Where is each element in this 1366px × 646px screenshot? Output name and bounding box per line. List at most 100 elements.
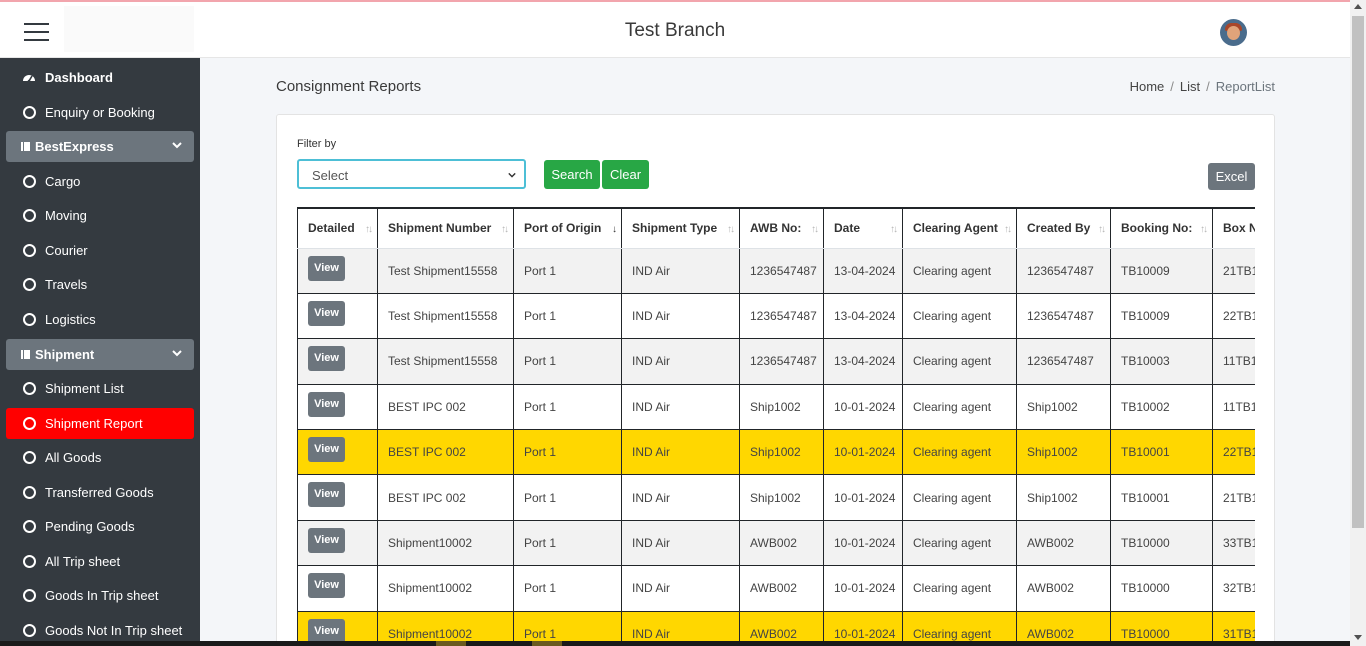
sidebar-item-all-goods[interactable]: All Goods — [6, 442, 194, 473]
table-cell: IND Air — [621, 383, 740, 431]
sort-arrows-icon[interactable]: ↑↓ — [811, 224, 819, 235]
sidebar-item-shipment-report[interactable]: Shipment Report — [6, 408, 194, 439]
view-button[interactable]: View — [308, 300, 345, 326]
circle-icon — [23, 313, 36, 326]
sidebar-item-shipment-list[interactable]: Shipment List — [6, 373, 194, 404]
table-row: View Shipment10002 Port 1 IND Air AWB002 10-0… — [297, 565, 1255, 612]
sidebar-item-goods-in-trip-sheet[interactable]: Goods In Trip sheet — [6, 580, 194, 611]
breadcrumb: Home / List / ReportList — [1130, 79, 1275, 94]
sidebar-item-label: All Trip sheet — [45, 554, 121, 569]
sidebar-item-label: Courier — [45, 243, 88, 258]
table-cell: Port 1 — [513, 338, 622, 385]
table-cell: Test Shipment15558 — [377, 247, 514, 294]
table-cell: AWB002 — [1016, 519, 1111, 567]
column-header[interactable]: AWB No: ↑↓ — [739, 207, 824, 249]
sidebar-item-dashboard[interactable]: Dashboard — [6, 62, 194, 93]
sidebar-item-label: Enquiry or Booking — [45, 105, 155, 120]
scroll-down-arrow-icon[interactable] — [1354, 635, 1362, 640]
table-cell: Shipment10002 — [377, 565, 514, 612]
sort-arrows-icon[interactable]: ↑↓ — [1200, 224, 1208, 235]
sidebar-item-moving[interactable]: Moving — [6, 200, 194, 231]
table-cell: IND Air — [621, 338, 740, 385]
view-button[interactable]: View — [308, 527, 345, 553]
table-cell: 13-04-2024 — [823, 338, 903, 385]
breadcrumb-list[interactable]: List — [1180, 79, 1200, 94]
report-table-container[interactable]: Detailed ↑↓ Shipment Number ↑↓ Port of Origi… — [297, 207, 1255, 646]
page-scrollbar[interactable] — [1350, 0, 1366, 646]
view-button[interactable]: View — [308, 573, 345, 599]
view-button[interactable]: View — [308, 482, 345, 508]
table-cell: Clearing agent — [902, 565, 1017, 612]
sidebar-item-enquiry-or-booking[interactable]: Enquiry or Booking — [6, 97, 194, 128]
sort-arrows-icon[interactable]: ↑↓ — [501, 224, 509, 235]
user-avatar[interactable] — [1220, 19, 1247, 46]
table-cell: Port 1 — [513, 383, 622, 431]
column-header-label: Booking No: — [1121, 221, 1193, 236]
column-header[interactable]: Booking No: ↑↓ — [1110, 207, 1213, 249]
sidebar-item-cargo[interactable]: Cargo — [6, 166, 194, 197]
sort-arrows-icon[interactable]: ↑↓ — [727, 224, 735, 235]
clear-button[interactable]: Clear — [602, 160, 649, 189]
filter-select-value: Select — [312, 168, 349, 183]
table-cell: 10-01-2024 — [823, 383, 903, 431]
scroll-up-arrow-icon[interactable] — [1354, 4, 1362, 9]
table-row: View Test Shipment15558 Port 1 IND Air 12365… — [297, 247, 1255, 294]
sidebar-item-shipment[interactable]: Shipment — [6, 339, 194, 370]
table-cell: 10-01-2024 — [823, 519, 903, 567]
table-cell: Port 1 — [513, 247, 622, 294]
table-cell: Port 1 — [513, 519, 622, 567]
sort-arrows-icon[interactable]: ↑↓ — [1098, 224, 1106, 235]
column-header[interactable]: Date ↑↓ — [823, 207, 903, 249]
sidebar-item-transferred-goods[interactable]: Transferred Goods — [6, 477, 194, 508]
sidebar-item-all-trip-sheet[interactable]: All Trip sheet — [6, 546, 194, 577]
sidebar-item-label: Goods In Trip sheet — [45, 588, 159, 603]
sidebar-item-bestexpress[interactable]: BestExpress — [6, 131, 194, 162]
column-header[interactable]: Created By ↑↓ — [1016, 207, 1111, 249]
table-cell: Clearing agent — [902, 383, 1017, 431]
bottom-taskbar — [0, 641, 1350, 646]
table-cell: Ship1002 — [1016, 383, 1111, 431]
sort-arrows-icon[interactable]: ↑↓ — [365, 224, 373, 235]
sidebar-item-label: Dashboard — [45, 70, 113, 85]
sidebar-item-logistics[interactable]: Logistics — [6, 304, 194, 335]
sort-arrows-icon[interactable]: ↑↓ — [1004, 224, 1012, 235]
column-header[interactable]: Shipment Number ↑↓ — [377, 207, 514, 249]
table-cell: Ship1002 — [739, 383, 824, 431]
circle-icon — [23, 417, 36, 430]
table-cell: Clearing agent — [902, 247, 1017, 294]
breadcrumb-home[interactable]: Home — [1130, 79, 1165, 94]
column-header[interactable]: Port of Origin ↓ — [513, 207, 622, 249]
table-cell: 10-01-2024 — [823, 565, 903, 612]
sidebar-item-courier[interactable]: Courier — [6, 235, 194, 266]
excel-export-button[interactable]: Excel — [1208, 163, 1255, 190]
column-header[interactable]: Box No↑↓ — [1212, 207, 1255, 249]
column-header[interactable]: Clearing Agent ↑↓ — [902, 207, 1017, 249]
sort-arrows-icon[interactable]: ↓ — [612, 224, 617, 235]
filter-select[interactable]: Select — [297, 159, 526, 189]
sidebar-item-travels[interactable]: Travels — [6, 269, 194, 300]
column-header-label: Detailed — [308, 221, 355, 236]
sidebar-item-label: Shipment Report — [45, 416, 143, 431]
sidebar-item-pending-goods[interactable]: Pending Goods — [6, 511, 194, 542]
table-cell: Test Shipment15558 — [377, 292, 514, 340]
table-cell: 1236547487 — [739, 338, 824, 385]
table-cell-detailed: View — [297, 474, 378, 521]
view-button[interactable]: View — [308, 618, 345, 644]
sort-arrows-icon[interactable]: ↑↓ — [890, 224, 898, 235]
table-row: View BEST IPC 002 Port 1 IND Air Ship1002 10-… — [297, 474, 1255, 521]
sidebar-item-label: Pending Goods — [45, 519, 135, 534]
table-cell: Clearing agent — [902, 474, 1017, 521]
breadcrumb-separator: / — [1206, 79, 1210, 94]
table-cell: Ship1002 — [739, 474, 824, 521]
view-button[interactable]: View — [308, 255, 345, 281]
view-button[interactable]: View — [308, 437, 345, 463]
column-header[interactable]: Shipment Type ↑↓ — [621, 207, 740, 249]
search-button[interactable]: Search — [544, 160, 600, 189]
column-header[interactable]: Detailed ↑↓ — [297, 207, 378, 249]
table-cell: TB10009 — [1110, 247, 1213, 294]
table-cell: Clearing agent — [902, 519, 1017, 567]
table-cell: 11TB10002 — [1212, 383, 1255, 431]
view-button[interactable]: View — [308, 391, 345, 417]
view-button[interactable]: View — [308, 346, 345, 372]
scrollbar-thumb[interactable] — [1352, 16, 1364, 528]
